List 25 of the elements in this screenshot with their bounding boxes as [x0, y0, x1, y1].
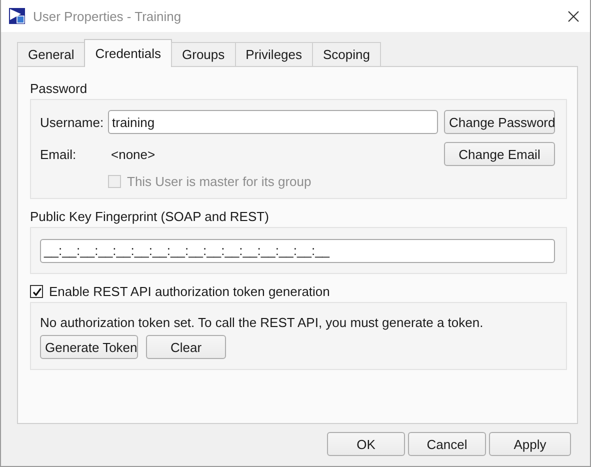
field-label: Email: — [40, 146, 78, 162]
tab[interactable]: General — [17, 42, 86, 66]
checkbox[interactable] — [30, 285, 43, 298]
window-title: User Properties - Training — [33, 8, 182, 24]
email-value: <none> — [110, 146, 156, 162]
tab[interactable]: Groups — [171, 42, 236, 66]
tab[interactable]: Credentials — [84, 39, 172, 67]
clear-button[interactable]: Clear — [146, 335, 226, 359]
apply-button[interactable]: Apply — [489, 432, 571, 456]
field-label: Username: — [40, 114, 102, 130]
username-field[interactable]: training — [108, 110, 438, 134]
info-text: No authorization token set. To call the REST API, you must generate a token. — [40, 315, 484, 330]
ok-button[interactable]: OK — [327, 432, 405, 456]
app-logo-icon — [9, 8, 25, 24]
close-icon[interactable] — [568, 10, 579, 22]
fingerprint-field[interactable]: __:__:__:__:__:__:__:__:__:__:__:__:__:__:__:__ — [40, 238, 555, 262]
tab[interactable]: Scoping — [312, 42, 381, 66]
change-email-button[interactable]: Change Email — [444, 142, 555, 166]
section-title: Public Key Fingerprint (SOAP and REST) — [30, 209, 270, 224]
checkbox-label: This User is master for its group — [127, 174, 312, 189]
section-title: Password — [30, 81, 88, 96]
change-password-button[interactable]: Change Password — [444, 110, 555, 134]
generate-token-button[interactable]: Generate Token — [40, 335, 138, 359]
cancel-button[interactable]: Cancel — [408, 432, 486, 456]
checkbox-label: Enable REST API authorization token generation — [49, 284, 330, 299]
